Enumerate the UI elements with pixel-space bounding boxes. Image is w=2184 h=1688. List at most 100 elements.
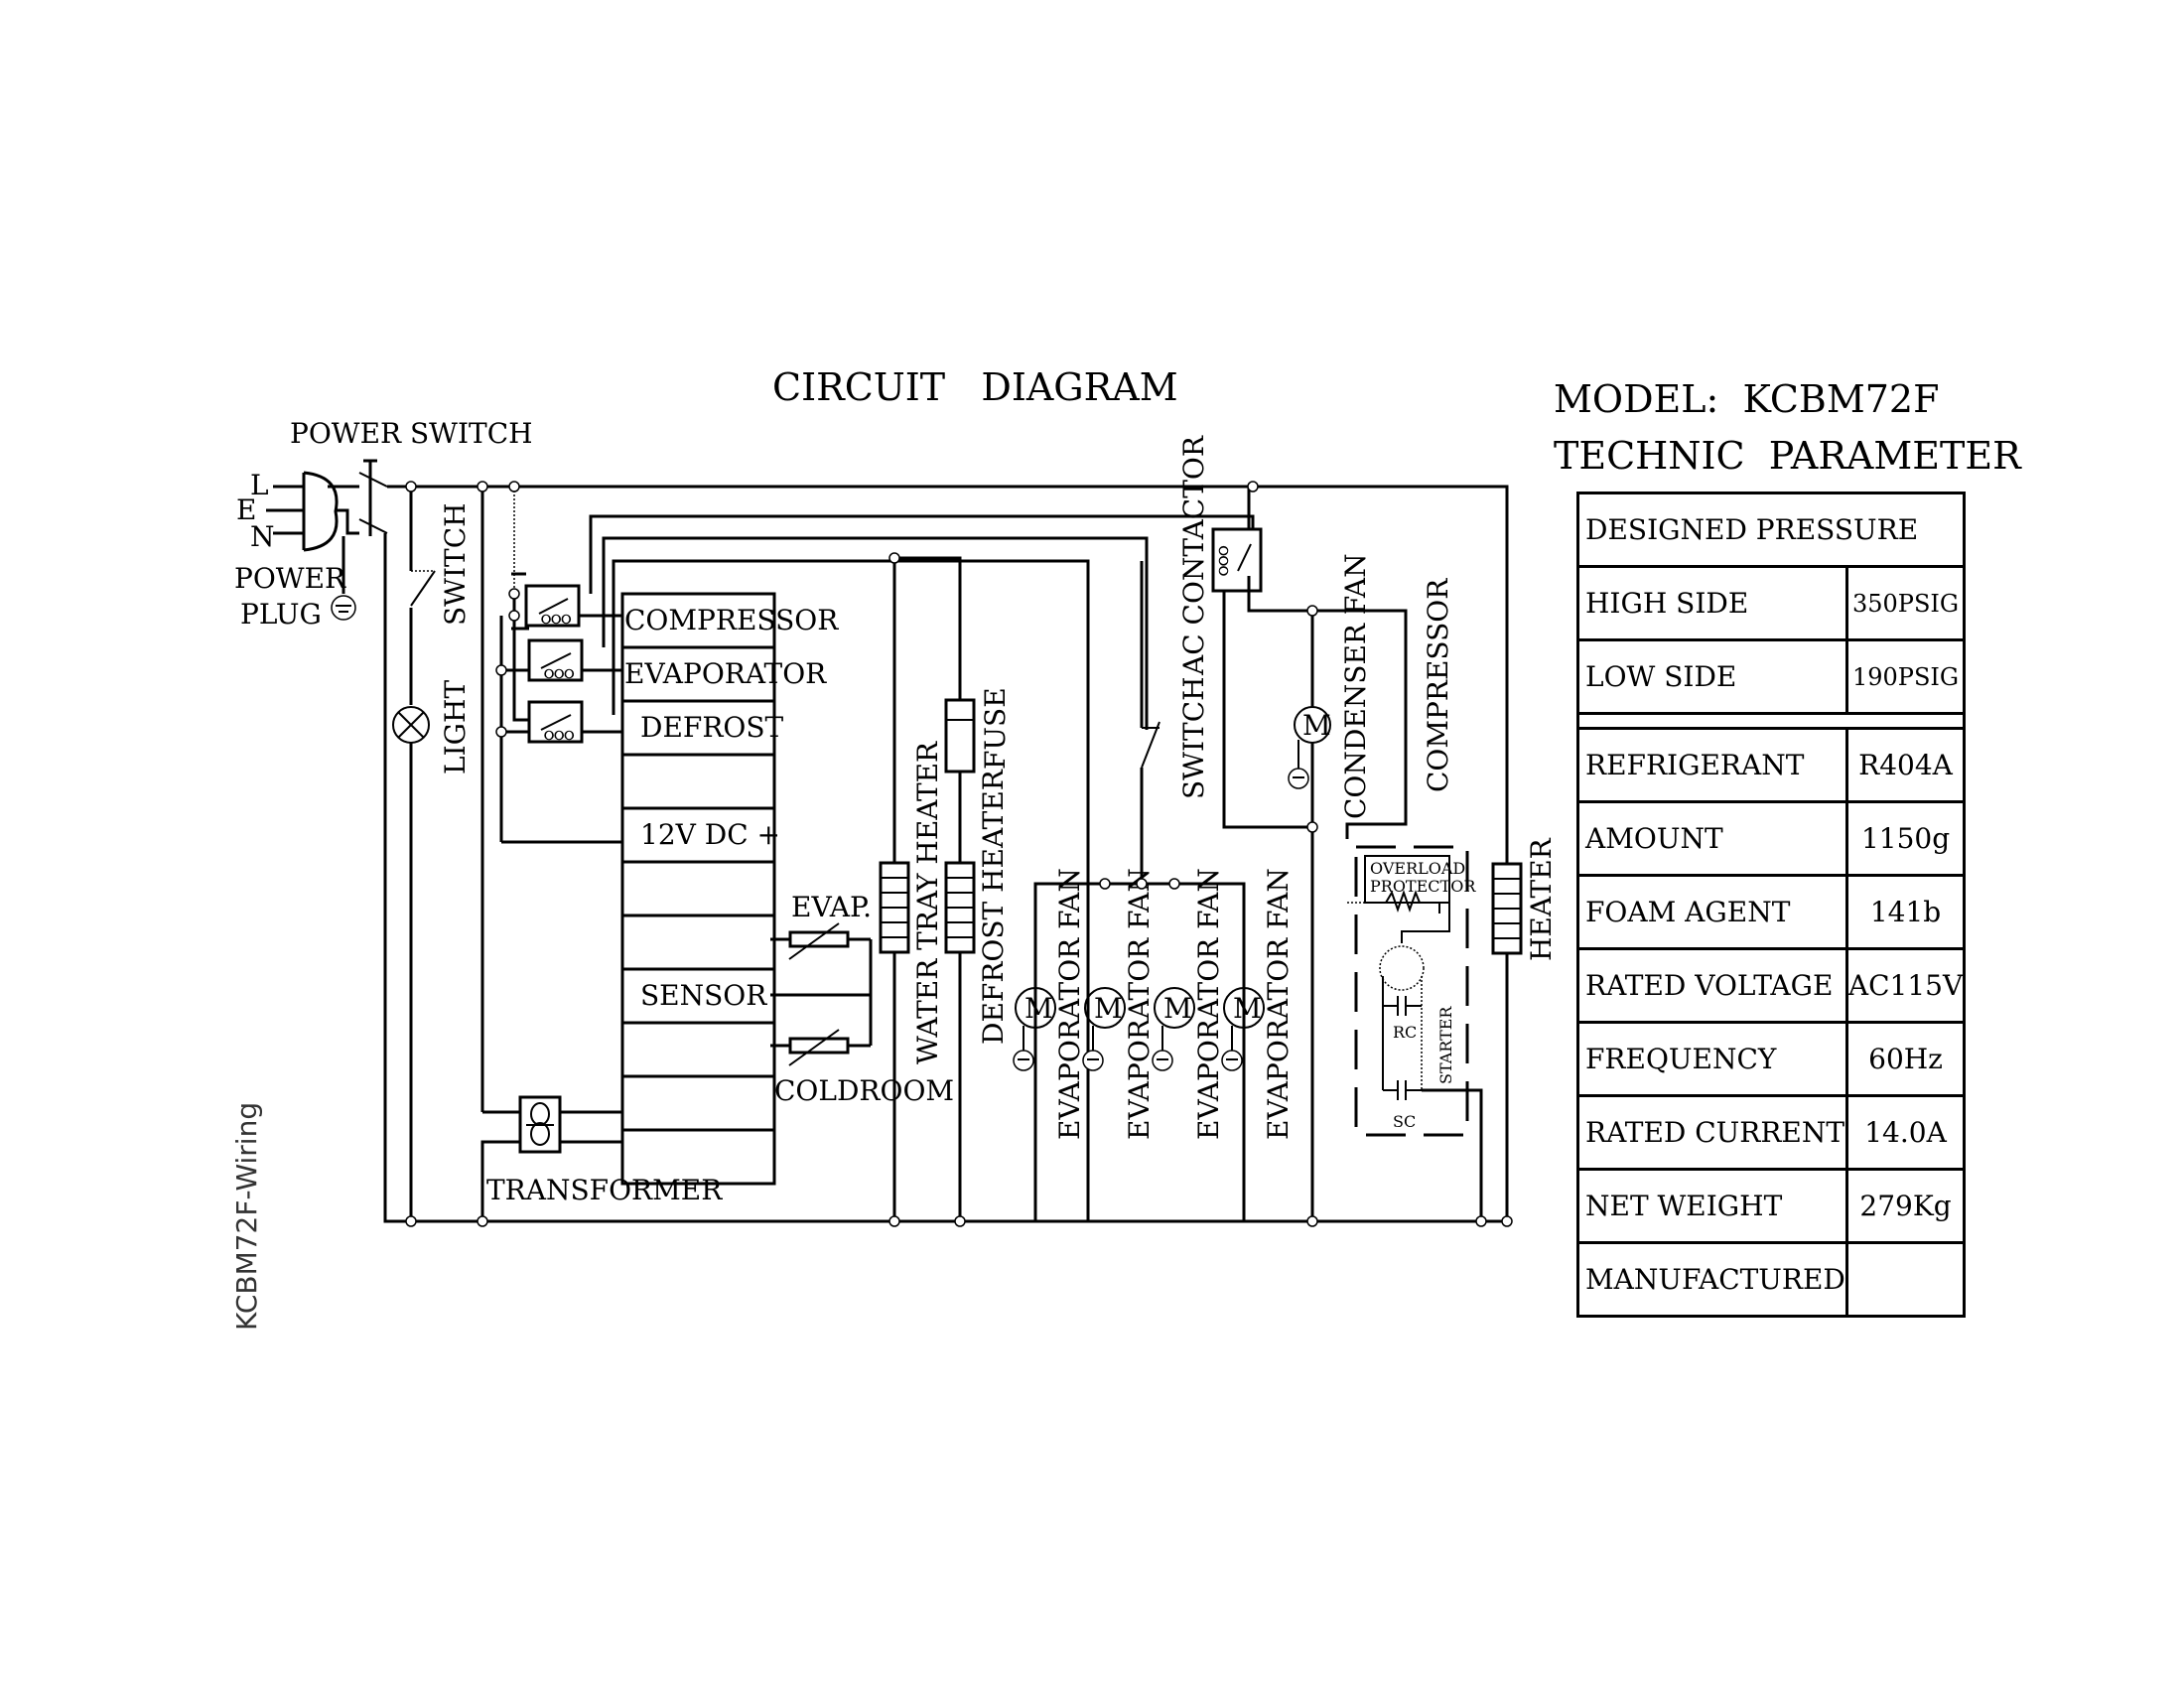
junction-node xyxy=(495,726,507,738)
controller-terminal-label: COMPRESSOR xyxy=(624,604,839,636)
table-row: MANUFACTURED xyxy=(1576,1241,1967,1318)
controller-terminal-label: 12V DC + xyxy=(640,818,780,851)
evaporator-fan-1: M EVAPORATOR FAN xyxy=(1013,868,1086,1140)
condenser-fan-label: CONDENSER FAN xyxy=(1339,553,1372,819)
table-row: LOW SIDE 190PSIG xyxy=(1576,638,1967,715)
param-label: FREQUENCY xyxy=(1576,1021,1848,1097)
technic-parameter-table: DESIGNED PRESSURE HIGH SIDE 350PSIG LOW … xyxy=(1575,492,1967,1318)
motor-label: M xyxy=(1094,992,1123,1025)
starter-label: STARTER xyxy=(1436,1006,1455,1084)
junction-node xyxy=(1168,878,1180,890)
param-label: AMOUNT xyxy=(1576,800,1848,877)
evaporator-fan-label: EVAPORATOR FAN xyxy=(1192,868,1225,1140)
param-label: LOW SIDE xyxy=(1576,638,1848,715)
relay-evaporator: ୦୦୦ xyxy=(527,638,584,682)
junction-node xyxy=(477,1215,488,1227)
fuse-icon xyxy=(944,698,976,774)
evaporator-fan-2: M EVAPORATOR FAN xyxy=(1082,868,1156,1140)
power-switch-icon[interactable] xyxy=(358,459,388,536)
table-row: RATED VOLTAGE AC115V xyxy=(1576,947,1967,1024)
param-label: FOAM AGENT xyxy=(1576,874,1848,950)
power-switch-label: POWER SWITCH xyxy=(290,417,533,450)
junction-node xyxy=(477,481,488,492)
water-tray-heater-label: WATER TRAY HEATER xyxy=(911,741,944,1064)
controller-terminal-label: EVAPORATOR xyxy=(624,657,827,690)
junction-node xyxy=(495,664,507,676)
param-value: 60Hz xyxy=(1844,1021,1967,1097)
ground-icon xyxy=(331,595,356,621)
evaporator-fan-label: EVAPORATOR FAN xyxy=(1123,868,1156,1140)
junction-node xyxy=(888,1215,900,1227)
junction-node xyxy=(1501,1215,1513,1227)
relay-coil-icon: ୦୦୦ xyxy=(541,612,571,628)
transformer-label: TRANSFORMER xyxy=(486,1174,723,1206)
fan-switch-label: SWITCH xyxy=(1177,676,1210,799)
junction-node xyxy=(1136,878,1148,890)
junction-node xyxy=(405,481,417,492)
motor-label: M xyxy=(1024,992,1053,1025)
condenser-fan-motor-label: M xyxy=(1302,709,1331,742)
light-bulb-icon xyxy=(392,706,430,744)
junction-node xyxy=(1306,1215,1318,1227)
junction-node xyxy=(888,552,900,564)
junction-node xyxy=(1099,878,1111,890)
junction-node xyxy=(1306,821,1318,833)
table-row: FREQUENCY 60Hz xyxy=(1576,1021,1967,1097)
door-switch-label: SWITCH xyxy=(439,502,472,626)
param-value: AC115V xyxy=(1844,947,1967,1024)
compressor-unit: OVERLOAD PROTECTOR RC SC STARTER xyxy=(1347,845,1483,1221)
power-plug: POWER SWITCH L E N POWER PLUG xyxy=(234,417,533,631)
motor-label: M xyxy=(1233,992,1262,1025)
coldroom-sensor-label: COLDROOM xyxy=(774,1074,954,1107)
motor-label: M xyxy=(1163,992,1192,1025)
relay-defrost: ୦୦୦ xyxy=(527,700,584,744)
junction-node xyxy=(508,610,520,622)
table-row: AMOUNT 1150g xyxy=(1576,800,1967,877)
power-plug-label-1: POWER xyxy=(234,562,346,595)
junction-node xyxy=(405,1215,417,1227)
junction-node xyxy=(508,588,520,600)
designed-pressure-header: DESIGNED PRESSURE xyxy=(1575,492,1967,568)
junction-node xyxy=(1306,605,1318,617)
param-value: 141b xyxy=(1844,874,1967,950)
relay-coil-icon: ୦୦୦ xyxy=(544,666,574,682)
junction-node xyxy=(1475,1215,1487,1227)
defrost-heater-icon xyxy=(944,861,976,954)
ac-contactor-label: AC CONTACTOR xyxy=(1177,435,1210,676)
evap-sensor-label: EVAP. xyxy=(791,891,872,923)
overload-label-2: PROTECTOR xyxy=(1370,877,1476,896)
evaporator-fan-label: EVAPORATOR FAN xyxy=(1262,868,1295,1140)
param-value: 190PSIG xyxy=(1844,638,1967,715)
ground-icon xyxy=(1082,1050,1104,1071)
param-value: 14.0A xyxy=(1844,1094,1967,1171)
param-value: R404A xyxy=(1844,727,1967,803)
heaters: FUSE WATER TRAY HEATER DEFROST HEATER xyxy=(879,556,1012,1221)
relay-compressor: ୦୦୦ xyxy=(524,584,581,628)
light-label: LIGHT xyxy=(439,680,472,774)
param-label: HIGH SIDE xyxy=(1576,565,1848,641)
plug-body-icon xyxy=(302,471,339,552)
overload-label-1: OVERLOAD xyxy=(1370,859,1465,878)
pin-n-label: N xyxy=(250,520,275,553)
ground-icon xyxy=(1221,1050,1243,1071)
table-row: REFRIGERANT R404A xyxy=(1576,727,1967,803)
junction-node xyxy=(1247,481,1259,492)
table-row: RATED CURRENT 14.0A xyxy=(1576,1094,1967,1171)
power-plug-label-2: PLUG xyxy=(240,598,322,631)
table-row: NET WEIGHT 279Kg xyxy=(1576,1168,1967,1244)
sc-label: SC xyxy=(1393,1112,1416,1131)
ground-icon xyxy=(1013,1050,1034,1071)
param-label: MANUFACTURED xyxy=(1576,1241,1848,1318)
drawing-id-label: KCBM72F-Wiring xyxy=(230,1102,263,1331)
param-value: 279Kg xyxy=(1844,1168,1967,1244)
defrost-heater-label: DEFROST HEATER xyxy=(977,769,1010,1045)
evaporator-fans: M EVAPORATOR FAN M EVAPORATOR FAN M EVAPORATO… xyxy=(1013,868,1295,1140)
evaporator-fan-label: EVAPORATOR FAN xyxy=(1053,868,1086,1140)
param-label: NET WEIGHT xyxy=(1576,1168,1848,1244)
heater-icon xyxy=(1491,862,1523,955)
contactor-coil-icon: ୦୦୦ xyxy=(1216,546,1232,576)
heater-label: HEATER xyxy=(1525,837,1558,961)
water-tray-heater-icon xyxy=(879,861,910,954)
rc-label: RC xyxy=(1393,1023,1417,1042)
junction-node xyxy=(508,481,520,492)
